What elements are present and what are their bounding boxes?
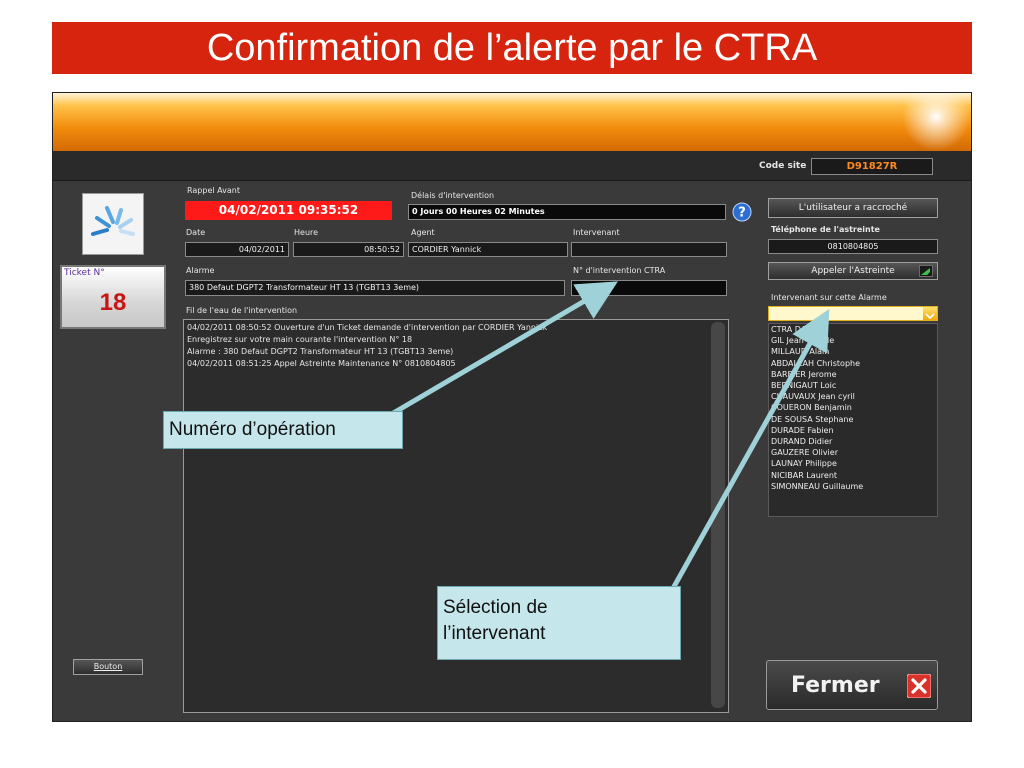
- arrow-selection: [668, 308, 830, 594]
- callout-line: Sélection de: [443, 597, 548, 618]
- callout-selection-intervenant: Sélection de l’intervenant: [437, 586, 681, 660]
- arrow-numero: [376, 281, 618, 425]
- callout-numero-operation: Numéro d’opération: [163, 411, 403, 449]
- callout-line: l’intervenant: [443, 623, 546, 644]
